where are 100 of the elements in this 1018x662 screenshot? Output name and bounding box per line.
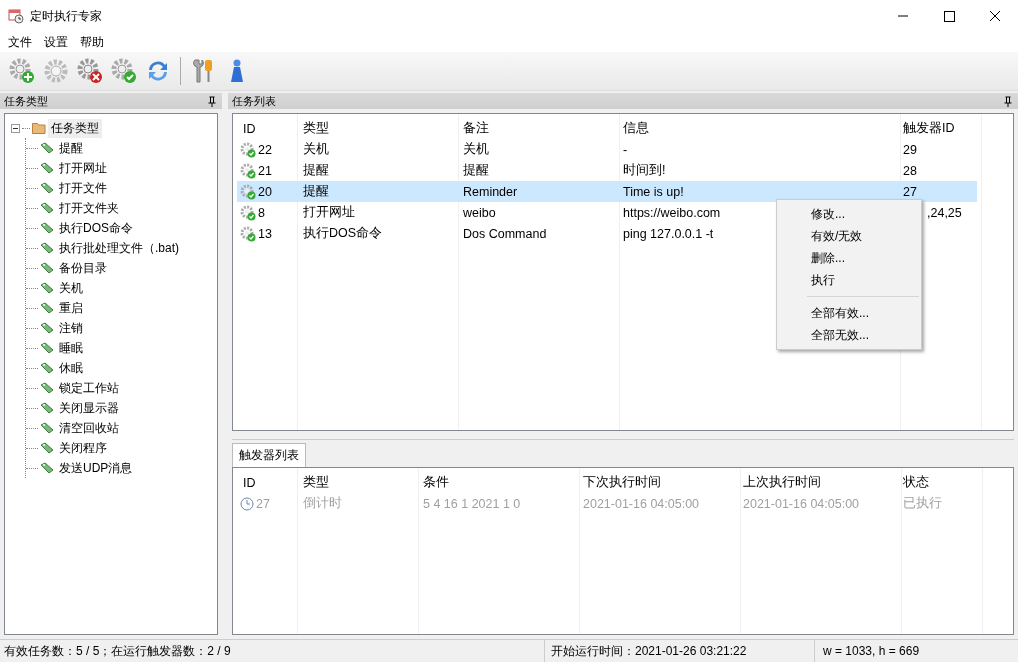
tree-item[interactable]: 注销	[59, 319, 83, 337]
table-cell: 27	[903, 184, 917, 199]
column-header[interactable]: 状态	[897, 474, 977, 491]
tree-item[interactable]: 清空回收站	[59, 419, 119, 437]
table-cell: 8	[258, 205, 265, 220]
menu-item[interactable]: 设置	[38, 31, 74, 53]
tree-item[interactable]: 提醒	[59, 139, 83, 157]
table-cell-text: 2021-01-16 04:05:00	[582, 496, 701, 511]
tree-item[interactable]: 任务类型	[48, 118, 102, 138]
tag-icon	[40, 262, 54, 274]
panel-title: 任务列表	[232, 93, 276, 109]
table-cell: 21	[258, 163, 272, 178]
column-header[interactable]: 信息	[617, 120, 897, 137]
tag-icon	[40, 202, 54, 214]
tree-item[interactable]: 打开文件夹	[59, 199, 119, 217]
tree-item[interactable]: 关闭程序	[59, 439, 107, 457]
table-cell: 20	[258, 184, 272, 199]
tag-icon	[40, 402, 54, 414]
column-header[interactable]: ID	[237, 475, 297, 490]
tag-icon	[40, 302, 54, 314]
tree-item[interactable]: 重启	[59, 299, 83, 317]
column-header[interactable]: 触发器ID	[897, 120, 977, 137]
tag-icon	[40, 282, 54, 294]
tree-item[interactable]: 休眠	[59, 359, 83, 377]
table-cell: Reminder	[463, 184, 518, 199]
selected-row[interactable]: 20 提醒 Reminder Time is up! 27	[237, 181, 977, 202]
table-cell: -	[623, 142, 628, 157]
column-header[interactable]: 条件	[417, 474, 577, 491]
clock-icon	[240, 496, 254, 511]
column-header[interactable]: 下次执行时间	[577, 474, 737, 491]
tag-icon	[40, 362, 54, 374]
table-cell-text: 2021-01-16 04:05:00	[742, 496, 861, 511]
table-cell: weibo	[463, 205, 496, 220]
tree-item[interactable]: 发送UDP消息	[59, 459, 133, 477]
table-cell: 13	[258, 226, 272, 241]
tag-icon	[40, 442, 54, 454]
pin-icon[interactable]	[1004, 95, 1012, 107]
table-cell: ping 127.0.0.1 -t	[623, 226, 714, 241]
status-text: 开始运行时间：2021-01-26 03:21:22	[544, 640, 814, 662]
menu-item[interactable]: 修改...	[777, 203, 921, 225]
tree-item[interactable]: 备份目录	[59, 259, 107, 277]
tag-icon	[40, 462, 54, 474]
tab[interactable]: 触发器列表	[232, 443, 306, 467]
table-cell: 打开网址	[303, 204, 355, 221]
table-cell: Dos Command	[463, 226, 547, 241]
table-cell: 提醒	[303, 183, 329, 200]
tree-item[interactable]: 关闭显示器	[59, 399, 119, 417]
tree-item[interactable]: 关机	[59, 279, 83, 297]
table-cell: 27	[256, 496, 270, 511]
table-cell: 提醒	[463, 162, 489, 179]
menu-item[interactable]: 删除...	[777, 247, 921, 269]
tag-icon	[40, 322, 54, 334]
panel-title: 任务类型	[4, 93, 48, 109]
table-cell: 提醒	[303, 162, 329, 179]
menu-item[interactable]: 文件	[2, 31, 38, 53]
gear-plus-icon[interactable]	[8, 57, 36, 85]
pin-icon[interactable]	[208, 95, 216, 107]
tag-icon	[40, 242, 54, 254]
tag-icon	[40, 382, 54, 394]
tag-icon	[40, 162, 54, 174]
tree-item[interactable]: 打开文件	[59, 179, 107, 197]
tree-item[interactable]: 打开网址	[59, 159, 107, 177]
tag-icon	[40, 182, 54, 194]
tag-icon	[40, 342, 54, 354]
tag-icon	[40, 422, 54, 434]
tag-icon	[40, 142, 54, 154]
column-header[interactable]: ID	[237, 121, 297, 136]
tag-icon	[40, 222, 54, 234]
table-cell: 时间到!	[623, 162, 666, 179]
menu-item[interactable]: 帮助	[74, 31, 110, 53]
table-cell: 22	[258, 142, 272, 157]
menu-item[interactable]: 全部有效...	[777, 302, 921, 324]
table-cell: 关机	[303, 141, 329, 158]
collapse-icon[interactable]	[11, 123, 20, 133]
table-cell: Time is up!	[623, 184, 684, 199]
table-cell: 执行DOS命令	[303, 225, 383, 242]
gear-check-icon[interactable]	[110, 57, 138, 85]
menu-item[interactable]: 有效/无效	[777, 225, 921, 247]
status-text: w = 1033, h = 669	[814, 640, 1018, 662]
tree-item[interactable]: 执行DOS命令	[59, 219, 133, 237]
table-cell: 关机	[463, 141, 489, 158]
menu-item[interactable]: 执行	[777, 269, 921, 291]
table-cell: ,24,25	[927, 205, 962, 220]
column-header[interactable]: 类型	[297, 120, 457, 137]
window-title: 定时执行专家	[30, 7, 102, 25]
tree-item[interactable]: 睡眠	[59, 339, 83, 357]
table-cell-text: 倒计时	[302, 495, 343, 512]
table-cell: 28	[903, 163, 917, 178]
gear-cross-icon[interactable]	[76, 57, 104, 85]
table-cell-text: 5 4 16 1 2021 1 0	[422, 496, 522, 511]
column-header[interactable]: 备注	[457, 120, 617, 137]
menu-item[interactable]: 全部无效...	[777, 324, 921, 346]
table-cell: 29	[903, 142, 917, 157]
column-header[interactable]: 类型	[297, 474, 417, 491]
tree-item[interactable]: 锁定工作站	[59, 379, 119, 397]
column-header[interactable]: 上次执行时间	[737, 474, 897, 491]
table-cell: https://weibo.com	[623, 205, 721, 220]
calendar-clock-icon	[8, 8, 24, 24]
tree-item[interactable]: 执行批处理文件（.bat)	[59, 239, 179, 257]
table-cell-text: 已执行	[902, 495, 943, 512]
